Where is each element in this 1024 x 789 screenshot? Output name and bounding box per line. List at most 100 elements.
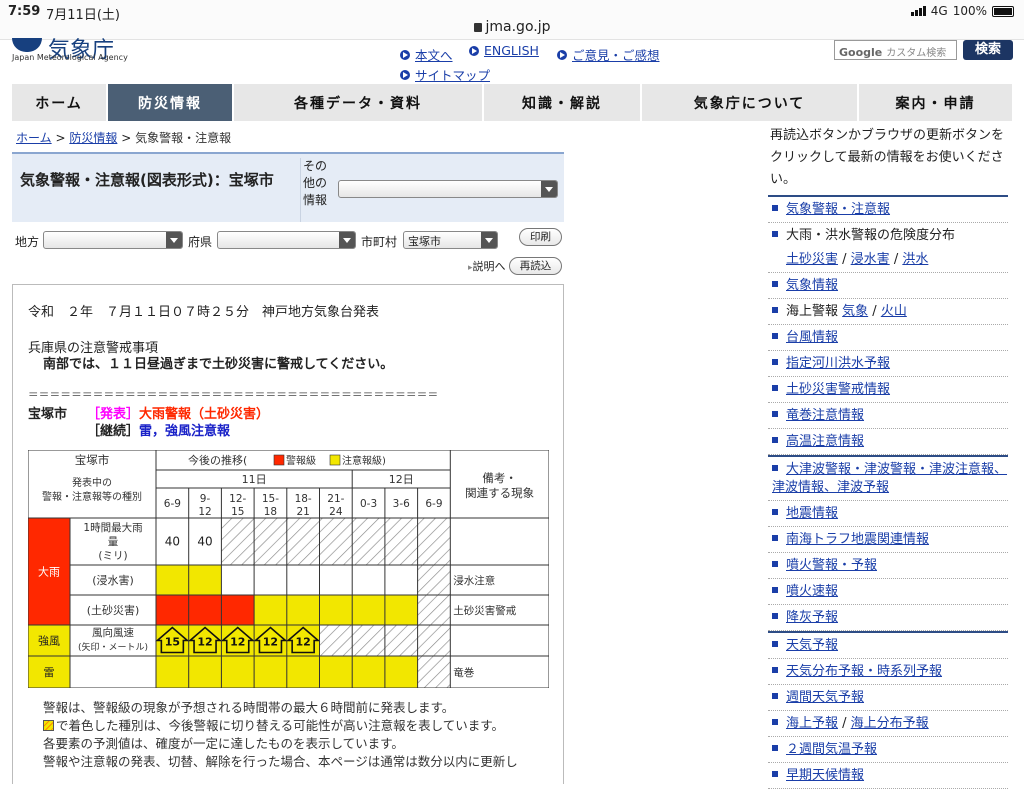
arrow-bullet-icon <box>469 45 479 56</box>
sidebar-item: 早期天候情報 <box>768 763 1008 789</box>
forecast-cell <box>384 595 418 625</box>
link-sitemap-label[interactable]: サイトマップ <box>415 65 490 84</box>
separator-line: ＝＝＝＝＝＝＝＝＝＝＝＝＝＝＝＝＝＝＝＝＝＝＝＝＝＝＝＝＝＝＝＝＝＝＝＝＝＝ <box>28 389 439 401</box>
sidebar-link[interactable]: 高温注意情報 <box>786 434 864 449</box>
sidebar-item: 地震情報 <box>768 501 1008 527</box>
square-bullet-icon <box>772 509 778 515</box>
time-slot: 3-6 <box>393 498 410 510</box>
note-line-1: 警報は、警報級の現象が予想される時間帯の最大６時間前に発表します。 <box>43 700 455 715</box>
sidebar-link[interactable]: 気象 <box>842 304 868 319</box>
site-logo-subtitle: Japan Meteorological Agency <box>12 53 128 62</box>
time-slot: 21- <box>327 493 344 505</box>
breadcrumb-disaster-info[interactable]: 防災情報 <box>69 131 117 145</box>
region-select[interactable] <box>43 231 183 249</box>
global-nav: ホーム 防災情報 各種データ・資料 知識・解説 気象庁について 案内・申請 <box>12 84 1012 121</box>
sidebar-link[interactable]: 天気分布予報・時系列予報 <box>786 664 942 679</box>
link-feedback[interactable]: ご意見・ご感想 <box>557 45 660 64</box>
sidebar-link[interactable]: 噴火速報 <box>786 584 838 599</box>
other-info-select[interactable] <box>338 180 558 198</box>
forecast-cell <box>352 656 385 688</box>
sidebar-text: 海上警報 <box>786 304 843 319</box>
square-bullet-icon <box>772 771 778 777</box>
forecast-cell <box>319 625 353 656</box>
sidebar-link[interactable]: 指定河川洪水予報 <box>786 356 890 371</box>
sidebar-link[interactable]: 浸水害 <box>851 252 890 267</box>
group-label: 雷 <box>44 666 55 679</box>
forecast-cell <box>221 595 255 625</box>
forecast-cell <box>188 565 222 595</box>
sidebar-link[interactable]: 土砂災害警戒情報 <box>786 382 890 397</box>
forecast-cell <box>221 518 255 565</box>
sidebar-link[interactable]: 海上予報 <box>786 716 838 731</box>
address-bar[interactable]: jma.go.jp <box>0 19 1024 35</box>
sidebar-link[interactable]: 洪水 <box>902 252 928 267</box>
explanation-link-label[interactable]: 説明へ <box>473 260 506 273</box>
wind-speed: 12 <box>230 636 245 649</box>
forecast-cell <box>286 518 320 565</box>
link-english-label[interactable]: ENGLISH <box>484 43 539 58</box>
city-select[interactable]: 宝塚市 <box>403 231 498 249</box>
sidebar-link[interactable]: 天気予報 <box>786 638 838 653</box>
link-skip-to-content-label[interactable]: 本文へ <box>415 45 453 64</box>
network-type: 4G <box>930 4 948 18</box>
sidebar-link[interactable]: 気象警報・注意報 <box>786 202 890 217</box>
link-separator: / <box>868 304 881 319</box>
sidebar-link[interactable]: 噴火警報・予報 <box>786 558 877 573</box>
google-brand: Google <box>839 46 883 59</box>
chevron-down-icon <box>541 181 557 197</box>
sidebar-link[interactable]: 竜巻注意情報 <box>786 408 864 423</box>
print-button[interactable]: 印刷 <box>519 228 562 246</box>
sidebar-link[interactable]: 降灰予報 <box>786 610 838 625</box>
sidebar-link[interactable]: 早期天候情報 <box>786 768 864 783</box>
link-sitemap[interactable]: サイトマップ <box>400 65 490 84</box>
group-label: 強風 <box>38 635 60 648</box>
breadcrumb-home[interactable]: ホーム <box>16 131 52 145</box>
wind-speed: 12 <box>197 636 212 649</box>
sidebar-link[interactable]: 土砂災害 <box>786 252 838 267</box>
link-skip-to-content[interactable]: 本文へ <box>400 45 453 64</box>
sidebar-link[interactable]: 大津波警報・津波警報・津波注意報、津波情報、津波予報 <box>772 462 1007 495</box>
breadcrumb-sep: > <box>55 131 66 145</box>
chevron-down-icon <box>339 232 355 248</box>
note-line-3: 各要素の予測値は、確度が一定に達したものを表示しています。 <box>43 736 404 751</box>
nav-tab-guide[interactable]: 案内・申請 <box>859 84 1012 121</box>
forecast-cell <box>254 518 287 565</box>
link-english[interactable]: ENGLISH <box>469 43 539 58</box>
forecast-cell <box>417 656 451 688</box>
breadcrumb: ホーム > 防災情報 > 気象警報・注意報 <box>16 129 231 146</box>
sidebar-item: 週間天気予報 <box>768 685 1008 711</box>
reload-button[interactable]: 再読込 <box>509 257 562 275</box>
jma-logo-icon[interactable] <box>12 38 42 52</box>
prefecture-select[interactable] <box>217 231 356 249</box>
square-bullet-icon <box>772 465 778 471</box>
search-button[interactable]: 検索 <box>963 40 1013 60</box>
forecast-cell <box>352 625 385 656</box>
time-slot: 15- <box>262 493 279 505</box>
sidebar-link[interactable]: 週間天気予報 <box>786 690 864 705</box>
arrow-bullet-icon <box>557 49 567 60</box>
nav-tab-data[interactable]: 各種データ・資料 <box>234 84 482 121</box>
nav-tab-knowledge[interactable]: 知識・解説 <box>484 84 640 121</box>
link-feedback-label[interactable]: ご意見・ご感想 <box>572 45 660 64</box>
nav-tab-disaster-info[interactable]: 防災情報 <box>108 84 232 121</box>
search-input[interactable]: Google カスタム検索 <box>834 40 957 60</box>
sidebar-link[interactable]: 台風情報 <box>786 330 838 345</box>
sidebar-link[interactable]: 気象情報 <box>786 278 838 293</box>
nav-tab-about[interactable]: 気象庁について <box>642 84 857 121</box>
issued-text: 令和 ２年 ７月１１日０７時２５分 神戸地方気象台発表 <box>28 305 380 320</box>
sidebar-link[interactable]: ２週間気温予報 <box>786 742 877 757</box>
explanation-link[interactable]: ▸説明へ <box>468 258 506 274</box>
nav-tab-home[interactable]: ホーム <box>12 84 106 121</box>
sidebar-item: 降灰予報 <box>768 605 1008 631</box>
advisory-hatch-icon <box>43 720 54 731</box>
bulletin-panel: 令和 ２年 ７月１１日０７時２５分 神戸地方気象台発表 兵庫県の注意警戒事項 南… <box>12 284 564 784</box>
sidebar-link[interactable]: 海上分布予報 <box>851 716 929 731</box>
forecast-cell <box>352 565 385 595</box>
sidebar-link[interactable]: 地震情報 <box>786 506 838 521</box>
sidebar-link[interactable]: 南海トラフ地震関連情報 <box>786 532 929 547</box>
forecast-cell <box>221 565 255 595</box>
sidebar-link[interactable]: 火山 <box>881 304 907 319</box>
table-corner-city: 宝塚市 <box>75 453 110 467</box>
day2-header: 12日 <box>389 473 414 486</box>
sidebar-item: ２週間気温予報 <box>768 737 1008 763</box>
